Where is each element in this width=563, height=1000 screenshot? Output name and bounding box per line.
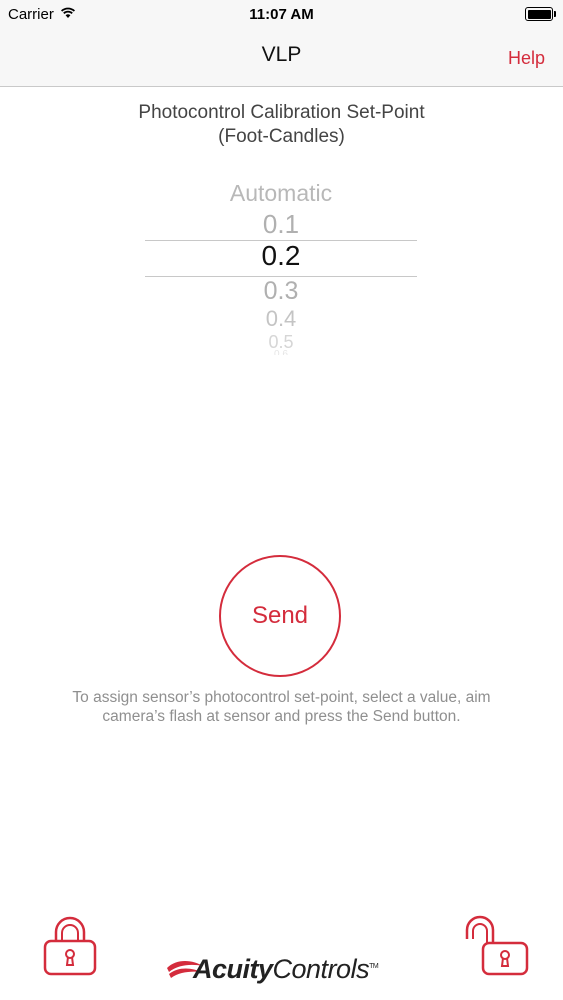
picker-option[interactable]: 0.6 (145, 349, 417, 355)
instructions-text: To assign sensor’s photocontrol set-poin… (72, 689, 491, 725)
send-button-label: Send (251, 602, 309, 629)
setpoint-heading: Photocontrol Calibration Set-Point (Foot… (0, 101, 563, 149)
picker-option[interactable]: 0.1 (145, 209, 417, 240)
status-time: 11:07 AM (249, 6, 314, 23)
heading-line-1: Photocontrol Calibration Set-Point (138, 102, 425, 123)
logo-text-light: Controls (272, 954, 370, 984)
picker-option[interactable]: 0.5 (145, 332, 417, 348)
status-bar: Carrier 11:07 AM (0, 0, 563, 30)
picker-option[interactable]: 0.3 (145, 277, 417, 306)
logo-text-bold: Acuity (193, 954, 273, 984)
acuity-controls-logo: AcuityControlsTM (165, 954, 400, 990)
page-title: VLP (261, 43, 302, 66)
logo-wordmark: AcuityControlsTM (193, 954, 379, 985)
battery-icon (525, 7, 556, 21)
picker-option-selected[interactable]: 0.2 (145, 240, 417, 272)
picker-option-automatic[interactable]: Automatic (145, 180, 417, 207)
setpoint-picker[interactable]: Automatic 0.1 0.2 0.3 0.4 0.5 0.6 (145, 176, 417, 366)
picker-option[interactable]: 0.4 (145, 306, 417, 332)
lock-closed-icon[interactable] (42, 915, 102, 982)
logo-trademark: TM (369, 963, 379, 970)
navigation-bar: VLP Help (0, 30, 563, 87)
help-button[interactable]: Help (508, 48, 545, 69)
lock-open-icon[interactable] (465, 915, 531, 982)
send-button[interactable]: Send (219, 555, 341, 677)
heading-line-2: (Foot-Candles) (218, 126, 345, 147)
